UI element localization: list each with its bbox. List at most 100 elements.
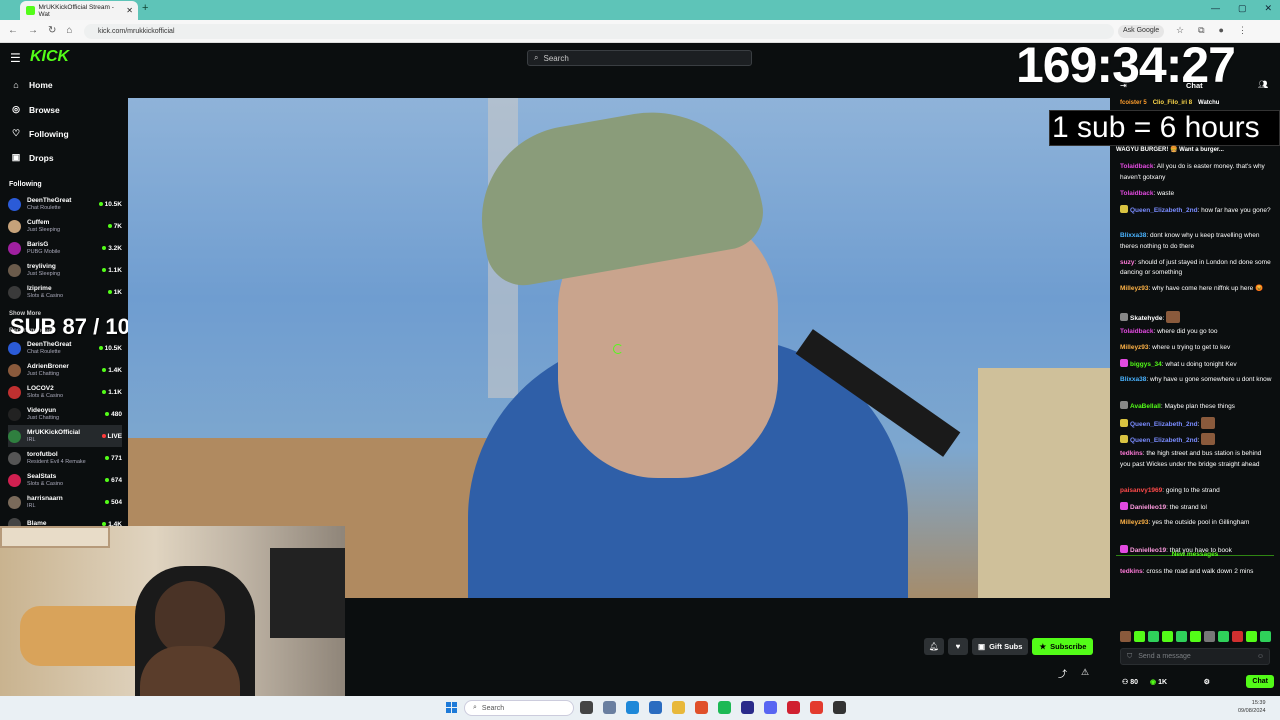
chat-username[interactable]: Tolaidback (1120, 163, 1153, 170)
emote-icon[interactable] (1148, 631, 1159, 642)
chat-username[interactable]: Tolaidback (1120, 190, 1153, 197)
chat-username[interactable]: Blixxa38 (1120, 232, 1146, 239)
chat-username[interactable]: Tolaidback (1120, 328, 1153, 335)
new-messages-label[interactable]: New messages (1110, 551, 1280, 558)
emote-icon[interactable] (1260, 631, 1271, 642)
browser-tab[interactable]: MrUKKickOfficial Stream - Wat ✕ (20, 1, 138, 20)
chat-username[interactable]: paisanvy1969 (1120, 487, 1162, 494)
extensions-icon[interactable]: ⧉ (1198, 25, 1204, 36)
hamburger-menu-icon[interactable]: ☰ (10, 51, 21, 65)
chat-message-input[interactable]: ⛉ Send a message ☺ (1120, 648, 1270, 665)
nav-browse[interactable]: ◎ Browse (11, 104, 60, 115)
nav-home[interactable]: ⌂ Home (11, 80, 52, 90)
close-window-icon[interactable]: ✕ (1264, 3, 1272, 14)
profile-icon[interactable]: ● (1219, 25, 1224, 36)
discord-icon[interactable] (764, 701, 777, 714)
viewer-count-value: 504 (111, 498, 122, 506)
chat-message: Queen_Elizabeth_2nd: (1120, 417, 1272, 431)
search-input[interactable]: ⌕ Search (527, 50, 752, 66)
bookmark-star-icon[interactable]: ☆ (1176, 25, 1184, 36)
close-tab-icon[interactable]: ✕ (126, 6, 133, 15)
chat-username[interactable]: Milleyz93 (1120, 344, 1149, 351)
taskbar-search[interactable]: ⌕ Search (464, 700, 574, 716)
chat-username[interactable]: Queen_Elizabeth_2nd (1130, 437, 1198, 444)
windows-start-icon[interactable] (446, 702, 457, 713)
sidebar-channel[interactable]: Videoyun Just Chatting 480 (8, 403, 122, 425)
share-icon[interactable]: ⤴ (1058, 667, 1067, 680)
spotify-icon[interactable] (718, 701, 731, 714)
url-field[interactable]: kick.com/mrukkickofficial (84, 24, 1114, 39)
emote-icon[interactable] (1232, 631, 1243, 642)
emote-icon[interactable] (1162, 631, 1173, 642)
edge-icon[interactable] (626, 701, 639, 714)
maximize-icon[interactable]: ▢ (1238, 3, 1247, 14)
sidebar-channel[interactable]: Cuffem Just Sleeping 7K (8, 215, 122, 237)
emote-icon[interactable] (1176, 631, 1187, 642)
emoji-picker-icon[interactable]: ☺ (1257, 653, 1264, 660)
emote-icon[interactable] (1120, 631, 1131, 642)
sidebar-channel[interactable]: torofutbol Resident Evil 4 Remake 771 (8, 447, 122, 469)
file-explorer-icon[interactable] (672, 701, 685, 714)
emote-icon[interactable] (1218, 631, 1229, 642)
chat-username[interactable]: AvaBellall (1130, 403, 1161, 410)
sidebar-channel[interactable]: LOCOV2 Slots & Casino 1.1K (8, 381, 122, 403)
subscribe-label: Subscribe (1050, 642, 1087, 651)
chat-username[interactable]: Milleyz93 (1120, 519, 1149, 526)
clock-date: 09/08/2024 (1238, 708, 1266, 714)
chat-username[interactable]: Queen_Elizabeth_2nd (1130, 421, 1198, 428)
chat-username[interactable]: Milleyz93 (1120, 285, 1149, 292)
follow-heart-button[interactable]: ♥ (948, 638, 968, 655)
reload-icon[interactable]: ↻ (48, 25, 56, 36)
app-icon[interactable] (787, 701, 800, 714)
emote-icon[interactable] (1246, 631, 1257, 642)
home-browser-icon[interactable]: ⌂ (66, 25, 72, 36)
sidebar-channel[interactable]: SealStats Slots & Casino 674 (8, 469, 122, 491)
premiere-icon[interactable] (741, 701, 754, 714)
nav-following[interactable]: ♡ Following (11, 128, 69, 139)
notification-bell-button[interactable]: 🔔︎ (924, 638, 944, 655)
sidebar-channel[interactable]: DeenTheGreat Chat Roulette 10.5K (8, 193, 122, 215)
forward-icon[interactable]: → (28, 25, 38, 36)
collapse-chat-icon[interactable]: ⇥ (1120, 81, 1127, 90)
sidebar-channel[interactable]: harrisnaarn IRL 504 (8, 491, 122, 513)
nav-drops[interactable]: ▣ Drops (11, 152, 54, 163)
chat-username[interactable]: Queen_Elizabeth_2nd (1130, 207, 1198, 214)
emote-icon[interactable] (1134, 631, 1145, 642)
emote-icon[interactable] (1190, 631, 1201, 642)
store-icon[interactable] (649, 701, 662, 714)
sidebar-channel[interactable]: AdrienBroner Just Chatting 1.4K (8, 359, 122, 381)
back-icon[interactable]: ← (8, 25, 18, 36)
subscribe-button[interactable]: ★ Subscribe (1032, 638, 1094, 655)
chat-message: suzy: should of just stayed in London nd… (1120, 258, 1272, 279)
chat-users-icon[interactable]: 👥︎ (1258, 80, 1268, 89)
chat-username[interactable]: tedkins (1120, 568, 1143, 575)
report-icon[interactable]: ⚠ (1081, 667, 1089, 680)
viewers-value: 80 (1130, 678, 1139, 686)
kick-logo[interactable]: KICK (30, 48, 69, 66)
chat-username[interactable]: tedkins (1120, 450, 1143, 457)
chat-send-button[interactable]: Chat (1246, 675, 1274, 688)
sidebar-channel[interactable]: BarisG PUBG Mobile 3.2K (8, 237, 122, 259)
gift-subs-button[interactable]: ▣ Gift Subs (972, 638, 1029, 655)
chat-username[interactable]: biggys_34 (1130, 361, 1162, 368)
obs-icon[interactable] (833, 701, 846, 714)
sidebar-channel[interactable]: MrUKKickOfficial IRL LIVE (8, 425, 122, 447)
avatar (8, 241, 21, 255)
chat-username[interactable]: Skatehyde (1130, 315, 1163, 322)
emote-icon[interactable] (1204, 631, 1215, 642)
settings-app-icon[interactable] (603, 701, 616, 714)
task-view-icon[interactable] (580, 701, 593, 714)
chat-username[interactable]: Blixxa38 (1120, 376, 1146, 383)
menu-dots-icon[interactable]: ⋮ (1238, 25, 1247, 36)
pinned-message[interactable]: WAGYU BURGER! 🍔 Want a burger... (1116, 146, 1276, 153)
sidebar-channel[interactable]: treyliving Just Sleeping 1.1K (8, 259, 122, 281)
sidebar-channel[interactable]: DeenTheGreat Chat Roulette 10.5K (8, 337, 122, 359)
chrome-icon[interactable] (810, 701, 823, 714)
chat-settings-icon[interactable]: ⚙ (1204, 678, 1210, 686)
sidebar-channel[interactable]: Iziprime Slots & Casino 1K (8, 281, 122, 303)
brave-icon[interactable] (695, 701, 708, 714)
chat-username[interactable]: Danielleo19 (1130, 504, 1166, 511)
chat-username[interactable]: suzy (1120, 259, 1134, 266)
minimize-icon[interactable]: — (1211, 3, 1220, 14)
new-tab-button[interactable]: + (142, 2, 148, 14)
